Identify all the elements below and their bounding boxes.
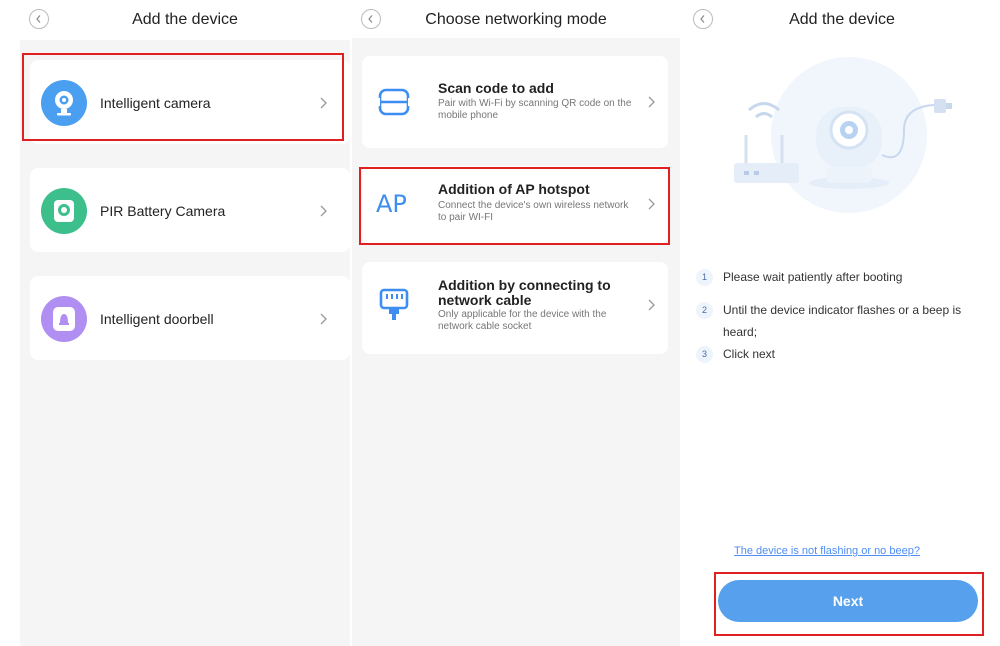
device-card-intelligent-doorbell[interactable]: Intelligent doorbell <box>30 276 350 360</box>
mode-description: Pair with Wi-Fi by scanning QR code on t… <box>438 98 632 121</box>
add-device-screen: Add the device Intelligent camera PIR Ba… <box>20 0 350 646</box>
mode-card-ap-hotspot[interactable]: AP Addition of AP hotspot Connect the de… <box>362 166 668 244</box>
step-number: 1 <box>696 269 713 286</box>
page-title: Add the device <box>132 11 238 28</box>
chevron-right-icon <box>644 197 658 211</box>
device-label: Intelligent camera <box>100 95 211 111</box>
step-text: Until the device indicator flashes or a … <box>723 303 962 339</box>
mode-card-network-cable[interactable]: Addition by connecting to network cable … <box>362 262 668 354</box>
mode-description: Connect the device's own wireless networ… <box>438 200 629 223</box>
doorbell-icon <box>41 296 87 342</box>
header: Choose networking mode <box>352 0 680 38</box>
mode-title: Addition of AP hotspot <box>438 181 590 197</box>
chevron-right-icon <box>316 204 330 218</box>
device-card-pir-battery-camera[interactable]: PIR Battery Camera <box>30 168 350 252</box>
page-title: Choose networking mode <box>425 11 607 28</box>
chevron-right-icon <box>316 312 330 326</box>
mode-title: Addition by connecting to network cable <box>438 277 611 308</box>
step-number: 3 <box>696 346 713 363</box>
chevron-right-icon <box>644 95 658 109</box>
add-device-instructions-screen: Add the device 1 Please wait patiently a… <box>684 0 1000 646</box>
battery-camera-icon <box>41 188 87 234</box>
mode-card-scan-code[interactable]: Scan code to add Pair with Wi-Fi by scan… <box>362 56 668 148</box>
chevron-right-icon <box>316 96 330 110</box>
device-label: PIR Battery Camera <box>100 203 226 219</box>
mode-title: Scan code to add <box>438 80 554 96</box>
header: Add the device <box>684 0 1000 40</box>
router-camera-illustration <box>704 55 1000 215</box>
mode-description: Only applicable for the device with the … <box>438 309 607 332</box>
step-number: 2 <box>696 302 713 319</box>
ethernet-icon <box>376 286 412 322</box>
next-button[interactable]: Next <box>718 580 978 622</box>
device-label: Intelligent doorbell <box>100 311 214 327</box>
step-text: Click next <box>723 347 776 361</box>
page-title: Add the device <box>789 11 895 28</box>
header: Add the device <box>20 0 350 40</box>
device-card-intelligent-camera[interactable]: Intelligent camera <box>30 60 350 144</box>
networking-mode-screen: Choose networking mode Scan code to add … <box>352 0 680 646</box>
ap-icon: AP <box>376 190 407 218</box>
step-text: Please wait patiently after booting <box>723 270 903 284</box>
chevron-right-icon <box>644 298 658 312</box>
scan-icon <box>376 84 412 120</box>
help-link[interactable]: The device is not flashing or no beep? <box>684 545 970 557</box>
camera-icon <box>41 80 87 126</box>
